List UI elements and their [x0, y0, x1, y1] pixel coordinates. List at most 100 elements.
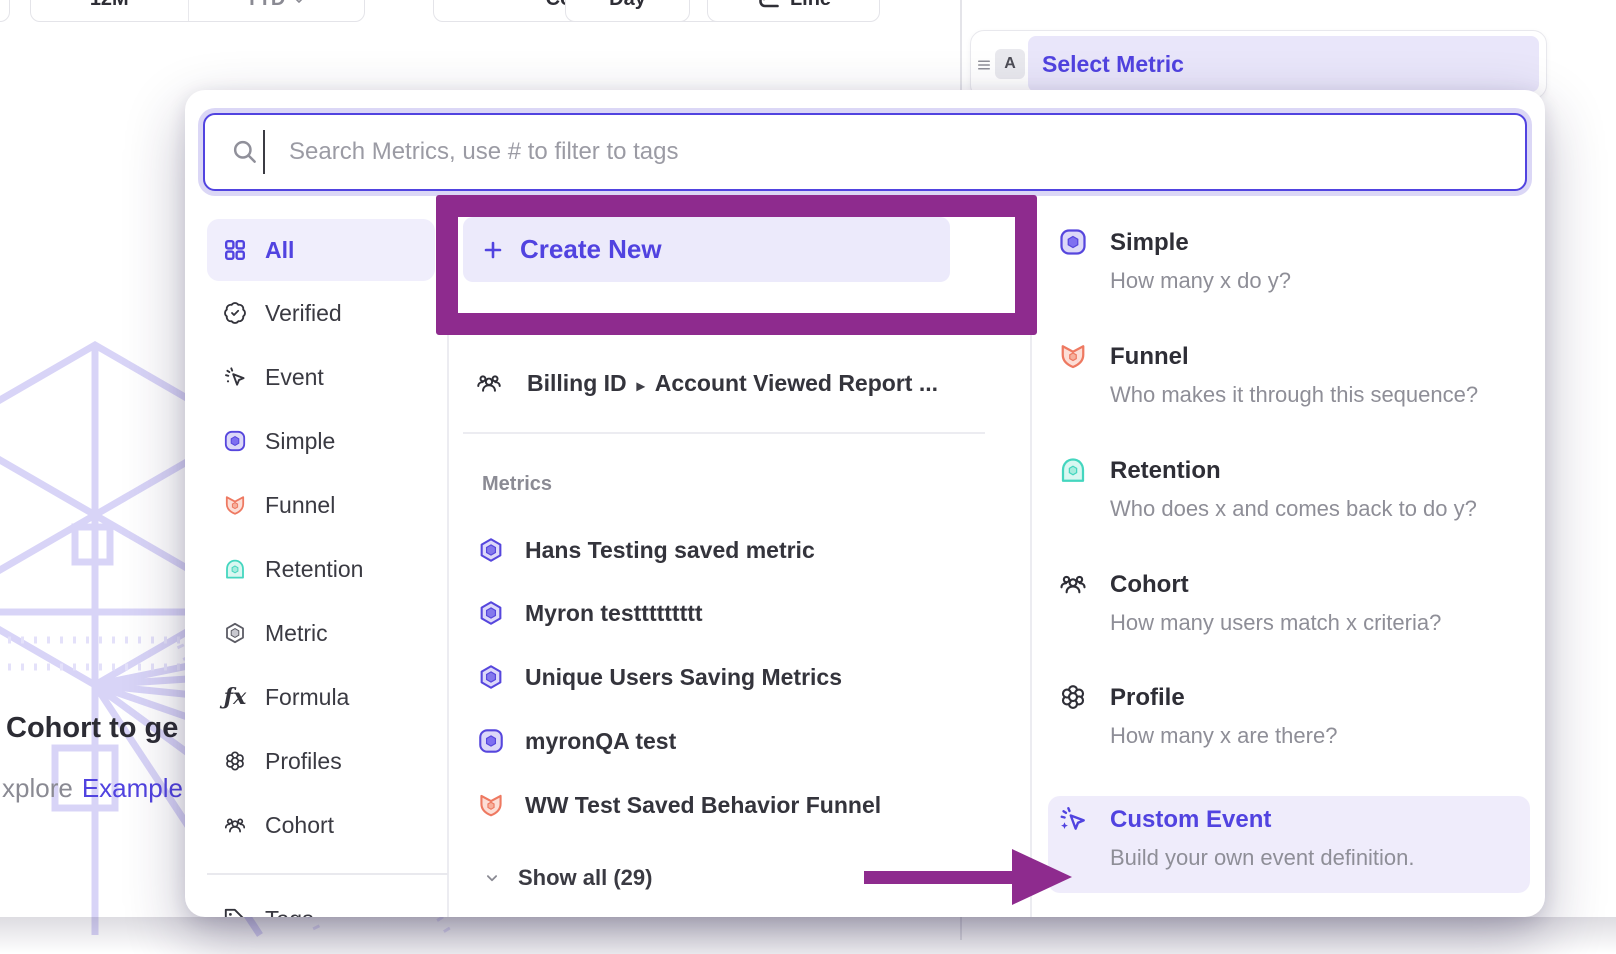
chevron-down-icon [291, 0, 307, 8]
search-input[interactable] [203, 113, 1527, 191]
retention-icon [1058, 455, 1088, 485]
type-option-custom-event[interactable]: Custom Event Build your own event defini… [1048, 796, 1530, 893]
canvas-explore-line: xplore Example [2, 773, 183, 804]
series-badge: A [995, 49, 1025, 79]
recent-part-2: Account Viewed Report ... [655, 370, 938, 396]
sidebar-section-divider [207, 873, 448, 875]
simple-metric-icon [223, 429, 247, 453]
tag-icon [223, 907, 247, 917]
example-link[interactable]: Example [82, 773, 183, 803]
annotation-highlight-rectangle [436, 195, 1037, 335]
type-option-retention[interactable]: Retention Who does x and comes back to d… [1048, 447, 1530, 533]
recent-item-label: Billing ID ▸ Account Viewed Report ... [527, 370, 938, 397]
sidebar-item-label: Formula [265, 684, 349, 711]
search-field-wrap [203, 113, 1527, 191]
metric-hexagon-icon [477, 536, 505, 564]
saved-metric-item[interactable]: Myron testtttttttt [463, 582, 1008, 644]
grid-icon [223, 238, 247, 262]
saved-metric-label: WW Test Saved Behavior Funnel [525, 792, 881, 819]
type-option-cohort[interactable]: Cohort How many users match x criteria? [1048, 561, 1530, 647]
saved-metric-label: Unique Users Saving Metrics [525, 664, 842, 691]
sidebar-item-label: Event [265, 364, 324, 391]
chevron-down-icon [483, 869, 501, 887]
sidebar-item-verified[interactable]: Verified [207, 282, 435, 344]
modal-bottom-shadow [0, 917, 1616, 954]
range-12m-button[interactable]: 12M [31, 0, 189, 21]
type-title: Custom Event [1110, 805, 1271, 835]
recent-part-1: Billing ID [527, 370, 627, 396]
type-description: How many x do y? [1110, 268, 1291, 294]
sidebar-item-label: Funnel [265, 492, 335, 519]
sidebar-item-cohort[interactable]: Cohort [207, 794, 435, 856]
type-description: How many x are there? [1110, 723, 1337, 749]
line-label: Line [790, 0, 831, 11]
saved-metric-label: myronQA test [525, 728, 676, 755]
type-option-simple[interactable]: Simple How many x do y? [1048, 219, 1530, 305]
date-range-segmented-control: 12M YTD [30, 0, 365, 22]
type-title: Simple [1110, 228, 1189, 258]
profiles-icon [223, 749, 247, 773]
profiles-icon [1058, 682, 1088, 712]
saved-metric-item[interactable]: Unique Users Saving Metrics [463, 646, 1008, 708]
sidebar-item-funnel[interactable]: Funnel [207, 474, 435, 536]
sidebar-item-label: Metric [265, 620, 328, 647]
cohort-people-icon [475, 369, 503, 397]
sidebar-item-simple[interactable]: Simple [207, 410, 435, 472]
metric-hexagon-icon [477, 599, 505, 627]
sidebar-item-formula[interactable]: ƒx Formula [207, 666, 435, 728]
sidebar-item-label: All [265, 237, 294, 264]
saved-metric-item[interactable]: myronQA test [463, 710, 1008, 772]
annotation-arrow [855, 845, 1080, 915]
metrics-header: Metrics [482, 473, 552, 496]
cohort-people-icon [1058, 569, 1088, 599]
range-ytd-label: YTD [245, 0, 285, 11]
saved-metric-label: Hans Testing saved metric [525, 537, 815, 564]
custom-event-cursor-icon [1058, 804, 1088, 834]
canvas-heading-fragment: Cohort to ge [6, 712, 178, 745]
type-description: How many users match x criteria? [1110, 610, 1441, 636]
type-option-funnel[interactable]: Funnel Who makes it through this sequenc… [1048, 333, 1530, 419]
formula-icon: ƒx [223, 684, 247, 710]
type-title: Profile [1110, 683, 1185, 713]
toolbar-button-stub[interactable] [0, 0, 10, 22]
select-metric-button[interactable]: Select Metric [1028, 36, 1539, 92]
sidebar-item-label: Tags [265, 906, 314, 918]
breadcrumb-arrow: ▸ [637, 378, 645, 395]
day-label: Day [609, 0, 646, 11]
sidebar-item-tags[interactable]: Tags [207, 888, 435, 917]
sidebar-item-profiles[interactable]: Profiles [207, 730, 435, 792]
funnel-icon [477, 791, 505, 819]
drag-handle-icon[interactable] [975, 56, 993, 74]
recent-item[interactable]: Billing ID ▸ Account Viewed Report ... [463, 352, 1008, 414]
verified-badge-icon [223, 301, 247, 325]
funnel-icon [223, 493, 247, 517]
sidebar-item-retention[interactable]: Retention [207, 538, 435, 600]
text-caret [263, 130, 265, 174]
sidebar-item-all[interactable]: All [207, 219, 435, 281]
type-description: Who makes it through this sequence? [1110, 382, 1478, 408]
app-screen: Cohort to ge xploreExample 12M YTD Compa… [0, 0, 1616, 954]
chart-type-line-button[interactable]: Line [707, 0, 880, 22]
show-all-button[interactable]: Show all (29) [463, 856, 863, 900]
sidebar-item-metric[interactable]: Metric [207, 602, 435, 664]
range-ytd-button[interactable]: YTD [189, 0, 364, 21]
saved-metric-item[interactable]: Hans Testing saved metric [463, 519, 1008, 581]
granularity-day-button[interactable]: Day [565, 0, 690, 22]
type-option-profile[interactable]: Profile How many x are there? [1048, 674, 1530, 760]
line-chart-icon [756, 0, 780, 12]
type-description: Who does x and comes back to do y? [1110, 496, 1477, 522]
metric-hexagon-icon [477, 663, 505, 691]
sidebar-item-label: Retention [265, 556, 363, 583]
type-title: Retention [1110, 456, 1221, 486]
explore-text-fragment: xplore [2, 773, 73, 803]
retention-icon [223, 557, 247, 581]
type-description: Build your own event definition. [1110, 845, 1415, 871]
sidebar-item-label: Verified [265, 300, 342, 327]
cohort-people-icon [223, 813, 247, 837]
range-12m-label: 12M [90, 0, 129, 11]
saved-metric-item[interactable]: WW Test Saved Behavior Funnel [463, 774, 1008, 836]
type-title: Cohort [1110, 570, 1189, 600]
type-title: Funnel [1110, 342, 1189, 372]
sidebar-item-event[interactable]: Event [207, 346, 435, 408]
sidebar-item-label: Simple [265, 428, 335, 455]
